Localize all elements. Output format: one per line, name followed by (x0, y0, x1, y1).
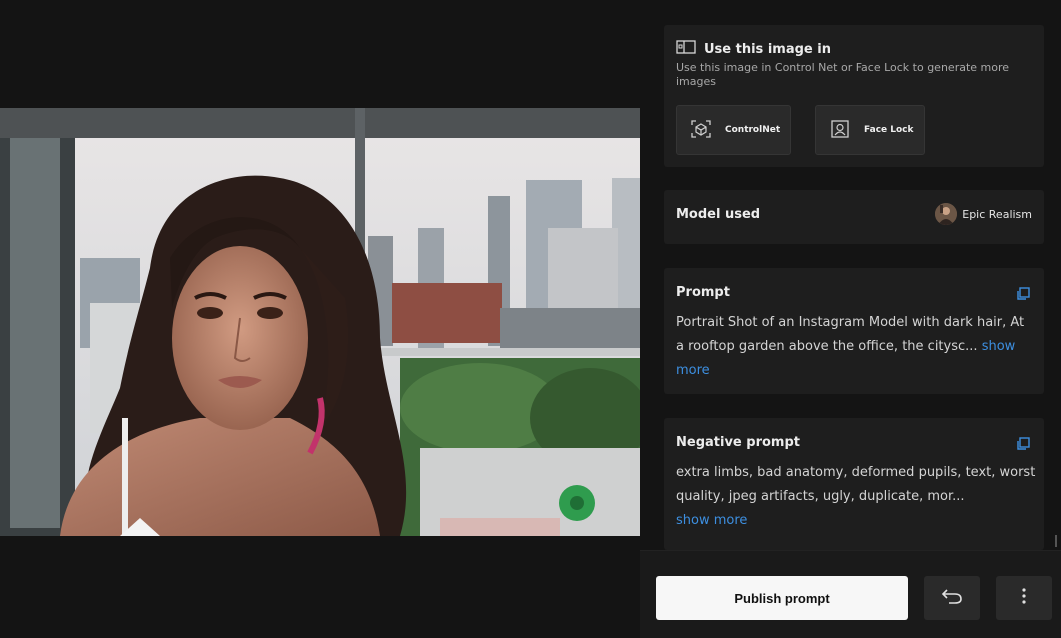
model-link[interactable]: Epic Realism (935, 203, 1032, 225)
undo-button[interactable] (924, 576, 980, 620)
model-used-card: Model used Epic Realism (664, 190, 1044, 244)
prompt-text: Portrait Shot of an Instagram Model with… (676, 315, 1025, 354)
copy-prompt-icon[interactable] (1016, 286, 1030, 300)
more-vertical-icon (1021, 587, 1027, 609)
face-lock-label: Face Lock (864, 125, 914, 135)
use-image-in-heading: Use this image in (676, 40, 831, 58)
face-lock-button[interactable]: Face Lock (815, 105, 925, 155)
controlnet-button[interactable]: ControlNet (676, 105, 791, 155)
negative-prompt-text-block: extra limbs, bad anatomy, deformed pupil… (676, 461, 1036, 533)
cube-scan-icon (691, 119, 711, 141)
use-image-in-title: Use this image in (704, 41, 831, 57)
face-frame-icon (830, 119, 850, 141)
prompt-text-block: Portrait Shot of an Instagram Model with… (676, 311, 1036, 383)
model-name: Epic Realism (962, 207, 1032, 221)
undo-icon (941, 587, 963, 609)
image-transfer-icon (676, 40, 696, 58)
copy-negative-prompt-icon[interactable] (1016, 436, 1030, 450)
image-viewer (0, 0, 640, 638)
details-panel: Use this image in Use this image in Cont… (640, 0, 1061, 638)
negative-prompt-show-more-link[interactable]: show more (676, 513, 747, 528)
generated-image[interactable] (0, 108, 640, 536)
model-used-label: Model used (676, 207, 761, 222)
use-image-in-card: Use this image in Use this image in Cont… (664, 25, 1044, 167)
negative-prompt-title: Negative prompt (676, 435, 800, 450)
model-avatar (935, 203, 958, 225)
more-options-button[interactable] (996, 576, 1052, 620)
action-bar: Publish prompt (640, 550, 1061, 638)
negative-prompt-card: Negative prompt extra limbs, bad anatomy… (664, 418, 1044, 550)
prompt-card: Prompt Portrait Shot of an Instagram Mod… (664, 268, 1044, 394)
prompt-title: Prompt (676, 285, 730, 300)
publish-prompt-button[interactable]: Publish prompt (656, 576, 908, 620)
use-image-in-description: Use this image in Control Net or Face Lo… (676, 61, 1010, 88)
negative-prompt-text: extra limbs, bad anatomy, deformed pupil… (676, 465, 1036, 504)
details-scroll-area[interactable]: Use this image in Use this image in Cont… (640, 0, 1061, 550)
scrollbar-thumb[interactable] (1055, 535, 1057, 547)
controlnet-label: ControlNet (725, 125, 781, 135)
